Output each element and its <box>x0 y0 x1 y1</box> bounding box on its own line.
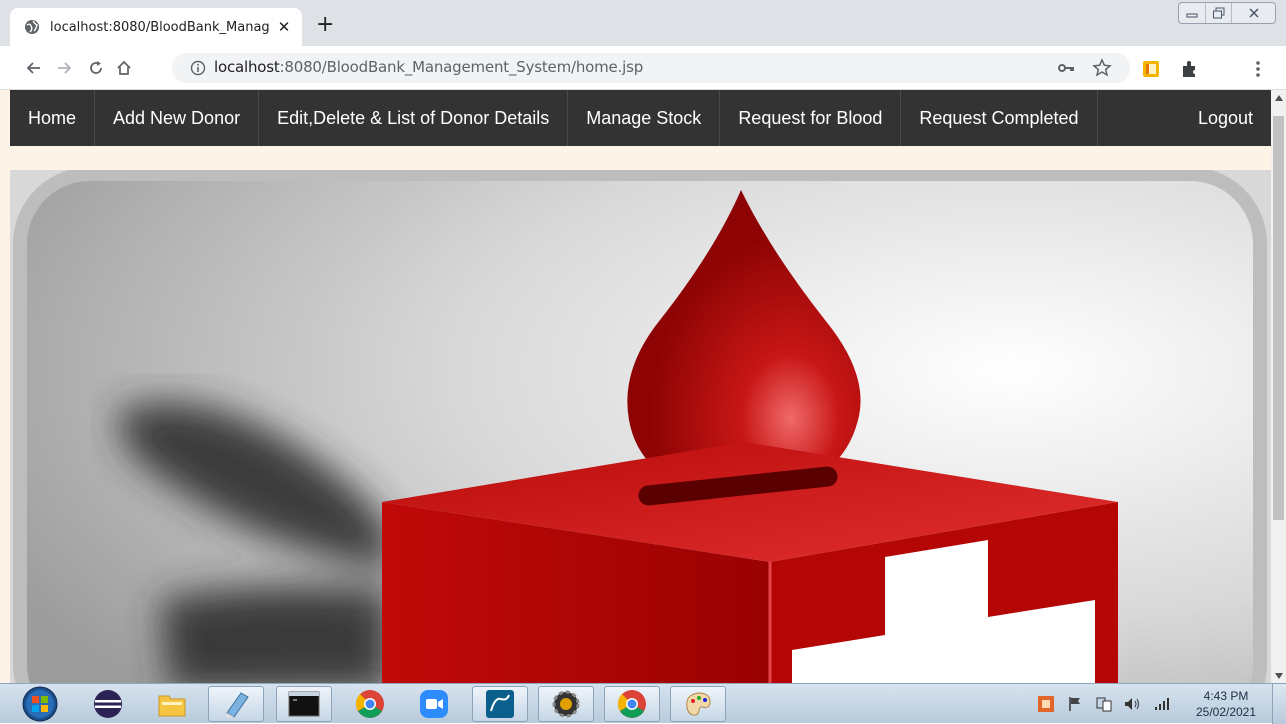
puzzle-icon[interactable] <box>1180 59 1200 79</box>
nav-manage-stock[interactable]: Manage Stock <box>568 90 721 146</box>
folder-icon <box>158 695 186 717</box>
tab-strip: localhost:8080/BloodBank_Manag ✕ + <box>0 0 1286 46</box>
zoom-taskbar-button[interactable] <box>406 686 462 722</box>
chrome-icon <box>618 690 646 718</box>
clock-time: 4:43 PM <box>1203 689 1249 703</box>
nav-request-completed[interactable]: Request Completed <box>901 90 1098 146</box>
globe-icon <box>25 20 39 34</box>
eclipse-icon <box>94 690 122 718</box>
chrome-icon <box>356 690 384 718</box>
cmd-taskbar-button[interactable] <box>276 686 332 722</box>
java-ide-taskbar-button[interactable] <box>538 686 594 722</box>
browser-toolbar: localhost:8080/BloodBank_Management_Syst… <box>0 46 1286 126</box>
nav-request-for-blood[interactable]: Request for Blood <box>720 90 902 146</box>
explorer-taskbar-button[interactable] <box>144 686 200 722</box>
clock-date: 25/02/2021 <box>1195 705 1257 719</box>
system-tray <box>1038 684 1170 724</box>
main-navbar: Home Add New Donor Edit,Delete & List of… <box>10 90 1271 146</box>
zoom-icon <box>420 690 448 718</box>
java-update-icon[interactable] <box>1038 696 1054 712</box>
paint-taskbar-button[interactable] <box>670 686 726 722</box>
star-icon[interactable] <box>1092 58 1112 78</box>
taskbar-clock[interactable]: 4:43 PM 25/02/2021 <box>1190 688 1262 720</box>
close-window-button[interactable] <box>1231 3 1275 23</box>
home-icon <box>117 60 131 75</box>
paint-palette-icon <box>686 692 711 716</box>
reload-button[interactable] <box>84 56 108 80</box>
vertical-scrollbar[interactable] <box>1271 90 1286 683</box>
minimize-icon <box>1186 13 1198 18</box>
tab-close-icon[interactable]: ✕ <box>276 19 292 36</box>
info-icon <box>190 60 206 76</box>
network-icon[interactable] <box>1096 696 1112 712</box>
new-tab-button[interactable]: + <box>316 14 334 36</box>
arrow-left-icon <box>26 62 40 74</box>
forward-button[interactable] <box>52 56 76 80</box>
notepad-taskbar-button[interactable] <box>208 686 264 722</box>
terminal-icon <box>288 691 320 717</box>
triangle-up-icon <box>1274 94 1283 101</box>
restore-button[interactable] <box>1205 3 1231 23</box>
nav-home[interactable]: Home <box>10 90 96 146</box>
gear-icon <box>552 690 580 718</box>
scroll-down-button[interactable] <box>1271 668 1286 683</box>
url-host: localhost <box>214 58 280 76</box>
nav-donor-details[interactable]: Edit,Delete & List of Donor Details <box>259 90 569 146</box>
kebab-menu-icon[interactable] <box>1254 60 1262 78</box>
reload-icon <box>90 61 102 74</box>
show-desktop-button[interactable] <box>1272 684 1286 724</box>
scrollbar-thumb[interactable] <box>1273 116 1284 520</box>
mysql-workbench-icon <box>486 690 514 718</box>
url-text: localhost:8080/BloodBank_Management_Syst… <box>214 58 643 76</box>
page-viewport: Home Add New Donor Edit,Delete & List of… <box>0 90 1271 683</box>
address-bar[interactable]: localhost:8080/BloodBank_Management_Syst… <box>172 53 1130 83</box>
home-button[interactable] <box>112 56 136 80</box>
blood-donation-hero-image <box>10 170 1271 683</box>
eclipse-taskbar-button[interactable] <box>80 686 136 722</box>
tab-title: localhost:8080/BloodBank_Manag <box>50 19 270 35</box>
notepad-icon <box>226 692 249 718</box>
close-icon <box>1248 8 1259 18</box>
signal-icon[interactable] <box>1154 697 1170 711</box>
arrow-right-icon <box>58 62 72 74</box>
start-button[interactable] <box>20 686 60 722</box>
url-path: :8080/BloodBank_Management_System/home.j… <box>279 58 644 76</box>
chrome-taskbar-button[interactable] <box>342 686 398 722</box>
back-button[interactable] <box>22 56 46 80</box>
extension-icon[interactable] <box>1142 60 1160 78</box>
window-controls <box>1178 2 1276 24</box>
triangle-down-icon <box>1274 672 1283 679</box>
windows-taskbar: 4:43 PM 25/02/2021 <box>0 683 1286 724</box>
minimize-button[interactable] <box>1179 3 1205 23</box>
scroll-up-button[interactable] <box>1271 90 1286 105</box>
speaker-icon[interactable] <box>1124 696 1142 712</box>
chrome-active-taskbar-button[interactable] <box>604 686 660 722</box>
nav-add-new-donor[interactable]: Add New Donor <box>95 90 260 146</box>
flag-icon[interactable] <box>1068 696 1082 712</box>
mysql-workbench-taskbar-button[interactable] <box>472 686 528 722</box>
browser-tab[interactable]: localhost:8080/BloodBank_Manag ✕ <box>10 8 302 46</box>
restore-icon <box>1212 7 1224 19</box>
key-icon[interactable] <box>1058 61 1076 75</box>
nav-logout[interactable]: Logout <box>1180 90 1271 146</box>
